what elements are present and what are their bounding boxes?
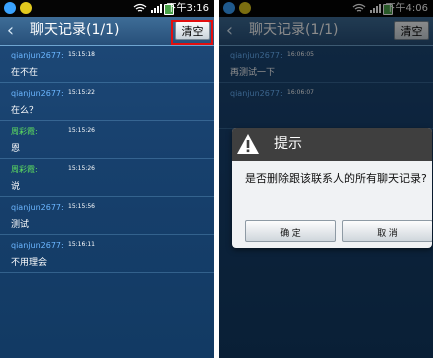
chat-message-row[interactable]: qianjun2677: 15:15:22 在么？ [0,83,214,121]
chat-message-row[interactable]: qianjun2677: 15:15:18 在不在 [0,45,214,83]
message-time: 15:15:22 [68,89,95,96]
right-phone-screen: 下午4:06 ‹ 聊天记录(1/1) 清空 qianjun2677: 16:06… [219,0,433,358]
message-text: 测试 [11,220,30,230]
message-time: 15:15:26 [68,165,95,172]
dialog-title: 提示 [274,136,302,152]
message-text: 说 [11,182,21,192]
message-sender: qianjun2677: [11,241,64,250]
message-time: 15:15:26 [68,127,95,134]
confirm-button[interactable]: 确 定 [245,220,336,242]
chat-message-row[interactable]: qianjun2677: 15:15:56 测试 [0,197,214,235]
clear-button-highlight [171,20,213,45]
page-title: 聊天记录(1/1) [30,22,120,38]
message-text: 恩 [11,144,21,154]
message-sender: qianjun2677: [11,203,64,212]
delete-confirmation-dialog: 提示 是否删除跟该联系人的所有聊天记录? 确 定 取 消 [232,128,432,248]
message-sender: qianjun2677: [11,89,64,98]
message-time: 15:16:11 [68,241,95,248]
warning-icon [237,134,259,154]
message-time: 15:15:56 [68,203,95,210]
usb-icon [20,2,32,14]
dialog-header: 提示 [232,128,432,161]
left-phone-screen: 下午3:16 ‹ 聊天记录(1/1) 清空 qianjun2677: 15:15… [0,0,214,358]
chat-message-row[interactable]: 周彩霞: 15:15:26 恩 [0,121,214,159]
message-text: 在么？ [11,106,39,116]
chat-message-row[interactable]: 周彩霞: 15:15:26 说 [0,159,214,197]
status-time: 下午3:16 [166,3,209,14]
status-bar: 下午3:16 [0,0,214,17]
wifi-icon [133,3,147,12]
message-sender: qianjun2677: [11,51,64,60]
back-arrow-icon[interactable]: ‹ [2,22,19,40]
message-text: 不用理会 [11,258,48,268]
app-notification-icon [4,2,16,14]
message-sender: 周彩霞: [11,127,38,136]
chat-message-row[interactable]: qianjun2677: 15:16:11 不用理会 [0,235,214,273]
signal-icon [151,4,162,13]
dialog-message: 是否删除跟该联系人的所有聊天记录? [245,172,427,185]
message-time: 15:15:18 [68,51,95,58]
message-sender: 周彩霞: [11,165,38,174]
cancel-button[interactable]: 取 消 [342,220,432,242]
message-text: 在不在 [11,68,39,78]
